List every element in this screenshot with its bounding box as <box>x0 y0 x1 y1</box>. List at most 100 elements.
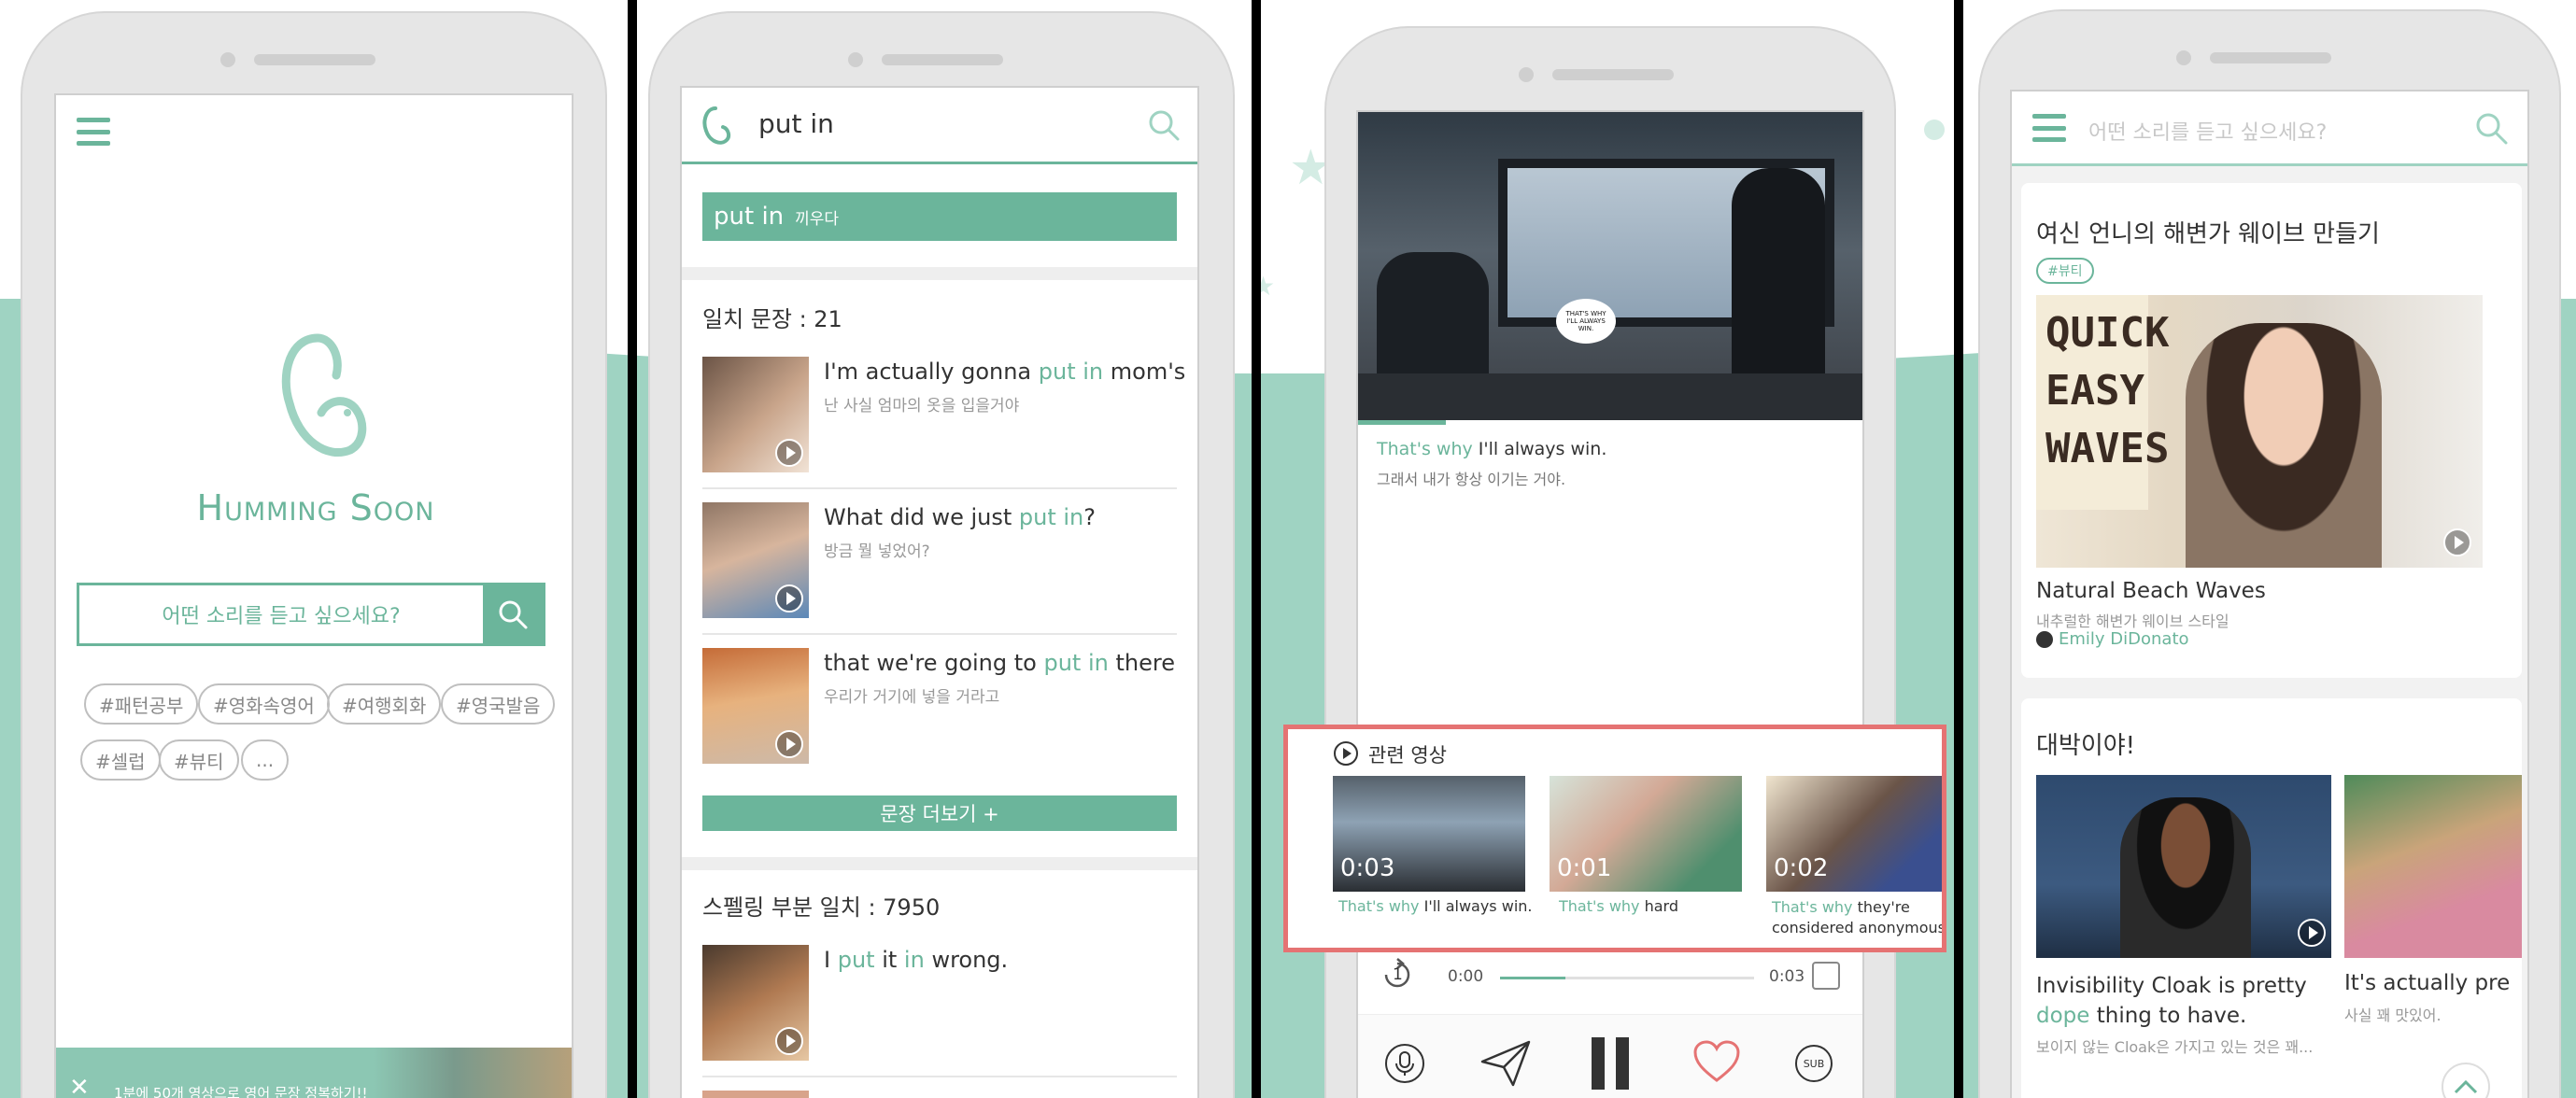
video-person <box>2120 797 2251 958</box>
feed-screen: 어떤 소리를 듣고 싶으세요? 여신 언니의 해변가 웨이브 만들기 #뷰티 Q… <box>2010 90 2529 1098</box>
home-screen: Humming Soon 어떤 소리를 듣고 싶으세요? #패턴공부 #영화속영… <box>54 93 573 1098</box>
camera <box>1519 67 1534 82</box>
video-person <box>2186 323 2382 568</box>
current-time: 0:00 <box>1448 967 1484 986</box>
camera <box>848 52 863 67</box>
result-translation: 우리가 거기에 넣을 거라고 <box>824 688 1000 707</box>
section-gap <box>682 857 1197 870</box>
repeat-count-button[interactable]: 1 <box>1379 956 1416 993</box>
current-subtitle[interactable]: That's why I'll always win. <box>1377 439 1606 459</box>
partial-result-sentence[interactable]: I put it in wrong. <box>824 947 1008 973</box>
card-tag[interactable]: #뷰티 <box>2036 258 2094 284</box>
subtitle-toggle-button[interactable]: SUB <box>1795 1045 1833 1082</box>
control-bar: SUB <box>1358 1014 1862 1098</box>
row-separator <box>702 633 1177 635</box>
promo-banner[interactable]: ✕ 1분에 50개 영상으로 영어 문장 정복하기!! <box>56 1048 572 1098</box>
chevron-down-icon[interactable]: ✕ <box>69 1074 90 1098</box>
related-video-thumbnail[interactable]: 0:02 <box>1766 776 1942 892</box>
video-caption-translation: 사실 꽤 맛있어. <box>2344 1006 2442 1024</box>
video-caption[interactable]: Invisibility Cloak is pretty dope thing t… <box>2036 971 2335 1031</box>
search-icon <box>499 600 528 629</box>
related-video-thumbnail[interactable]: 0:03 <box>1333 776 1525 892</box>
play-icon[interactable] <box>775 1027 803 1055</box>
related-video-thumbnail[interactable]: 0:01 <box>1550 776 1742 892</box>
match-count-header: 일치 문장 : 21 <box>702 306 842 332</box>
result-thumbnail[interactable] <box>702 357 809 472</box>
heart-icon[interactable] <box>1692 1039 1741 1084</box>
related-videos-title: 관련 영상 <box>1368 744 1447 767</box>
play-icon[interactable] <box>775 439 803 467</box>
play-icon[interactable] <box>775 730 803 758</box>
row-separator <box>702 487 1177 489</box>
video-caption-translation: 보이지 않는 Cloak은 가지고 있는 것은 꽤... <box>2036 1038 2314 1056</box>
video-author[interactable]: Emily DiDonato <box>2036 629 2189 649</box>
card-video-thumbnail[interactable] <box>2344 775 2522 958</box>
card-title[interactable]: 여신 언니의 해변가 웨이브 만들기 <box>2036 215 2380 249</box>
result-thumbnail[interactable] <box>702 502 809 618</box>
play-icon[interactable] <box>2443 528 2471 556</box>
search-button[interactable] <box>483 585 543 643</box>
definition-meaning: 끼우다 <box>795 209 840 229</box>
search-icon[interactable] <box>1147 108 1181 142</box>
result-translation: 난 사실 엄마의 옷을 입을거야 <box>824 397 1020 415</box>
result-thumbnail[interactable] <box>702 1091 809 1098</box>
total-time: 0:03 <box>1769 967 1805 986</box>
tag-chip[interactable]: #패턴공부 <box>84 683 199 725</box>
video-subtitle: 내추럴한 해변가 웨이브 스타일 <box>2036 612 2229 630</box>
row-separator <box>702 1076 1177 1077</box>
panel-divider <box>1252 0 1261 1098</box>
logo-icon[interactable] <box>699 103 732 149</box>
definition-bar[interactable]: put in 끼우다 <box>702 192 1177 241</box>
tag-chip[interactable]: #영화속영어 <box>198 683 330 725</box>
card-video-thumbnail[interactable]: QUICK EASY WAVES <box>2036 295 2483 568</box>
related-video-caption[interactable]: That's why they're considered anonymous <box>1772 897 1942 938</box>
card-video-thumbnail[interactable] <box>2036 775 2331 958</box>
search-input[interactable]: 어떤 소리를 듣고 싶으세요? <box>2088 116 2327 146</box>
video-title[interactable]: Natural Beach Waves <box>2036 579 2266 603</box>
partial-match-header: 스펠링 부분 일치 : 7950 <box>702 894 941 921</box>
related-video-caption[interactable]: That's why I'll always win. <box>1338 897 1535 915</box>
speaker <box>254 54 375 65</box>
search-input[interactable]: 어떤 소리를 듣고 싶으세요? <box>79 585 483 643</box>
speaker <box>882 54 1003 65</box>
pause-button[interactable] <box>1588 1037 1635 1090</box>
tag-chip[interactable]: #영국발음 <box>441 683 556 725</box>
video-frame[interactable]: THAT'S WHY I'LL ALWAYS WIN. <box>1358 112 1862 420</box>
current-subtitle-translation: 그래서 내가 항상 이기는 거야. <box>1377 471 1566 488</box>
tag-chip[interactable]: #셀럽 <box>80 739 161 781</box>
more-sentences-button[interactable]: 문장 더보기 + <box>702 795 1177 831</box>
panel-divider <box>1954 0 1963 1098</box>
tag-chip[interactable]: #뷰티 <box>159 739 239 781</box>
feed-header: 어떤 소리를 듣고 싶으세요? <box>2012 92 2527 166</box>
home-search-bar[interactable]: 어떤 소리를 듣고 싶으세요? <box>77 583 545 646</box>
send-icon[interactable] <box>1479 1039 1532 1088</box>
panel-divider <box>628 0 637 1098</box>
result-translation: 방금 뭘 넣었어? <box>824 542 930 561</box>
loop-icon[interactable] <box>1812 962 1840 990</box>
camera <box>2176 50 2191 65</box>
play-icon[interactable] <box>2298 919 2326 947</box>
feed-card: 대박이야! Invisibility Cloak is pretty dope t… <box>2021 698 2522 1098</box>
search-query-input[interactable]: put in <box>758 108 834 139</box>
feed-card: 여신 언니의 해변가 웨이브 만들기 #뷰티 QUICK EASY WAVES … <box>2021 183 2522 678</box>
menu-icon[interactable] <box>2032 114 2066 142</box>
video-progress[interactable] <box>1358 420 1446 425</box>
video-duration: 0:01 <box>1557 854 1612 882</box>
seek-bar[interactable] <box>1500 977 1754 979</box>
video-caption[interactable]: It's actually pre <box>2344 971 2510 995</box>
related-video-caption[interactable]: That's why hard <box>1559 897 1746 915</box>
result-sentence[interactable]: What did we just put in? <box>824 504 1096 530</box>
tag-chip[interactable]: #여행회화 <box>327 683 442 725</box>
microphone-icon[interactable] <box>1384 1043 1425 1084</box>
result-sentence[interactable]: I'm actually gonna put in mom's <box>824 359 1185 385</box>
menu-icon[interactable] <box>77 118 110 146</box>
play-icon[interactable] <box>775 584 803 612</box>
card-title[interactable]: 대박이야! <box>2036 726 2135 761</box>
result-sentence[interactable]: that we're going to put in there <box>824 650 1175 676</box>
logo-icon <box>281 333 367 458</box>
result-thumbnail[interactable] <box>702 945 809 1061</box>
seek-bar-fill <box>1500 977 1565 979</box>
search-icon[interactable] <box>2473 110 2509 146</box>
tag-more-chip[interactable]: ... <box>241 739 290 781</box>
result-thumbnail[interactable] <box>702 648 809 764</box>
